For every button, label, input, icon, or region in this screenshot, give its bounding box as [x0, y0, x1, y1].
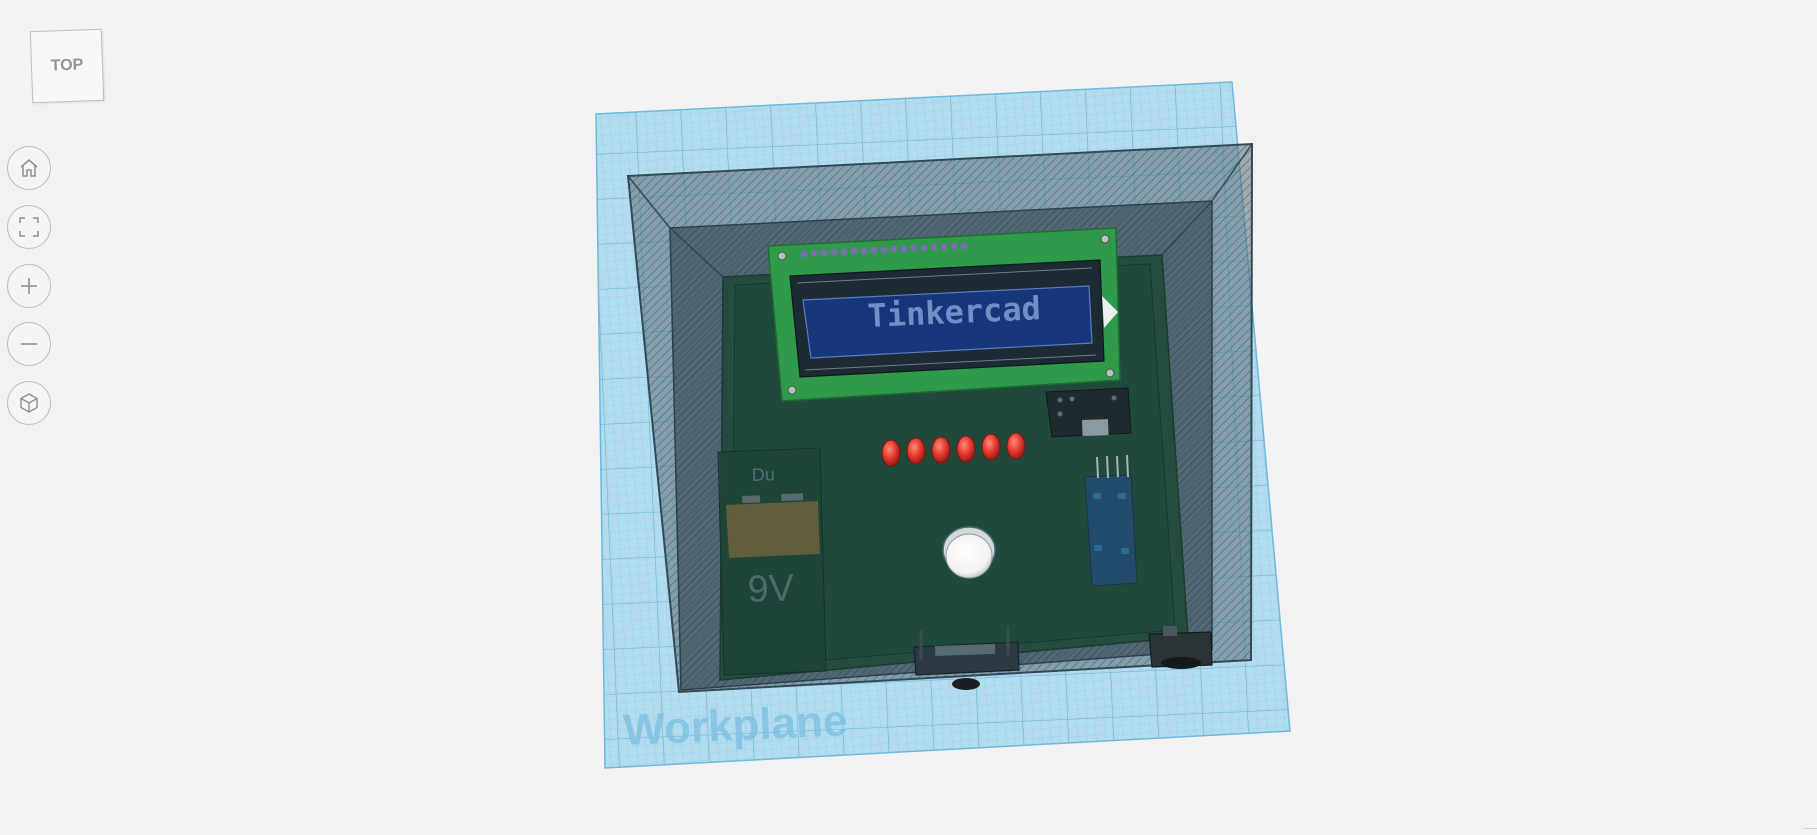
led-3 — [931, 436, 951, 464]
led-6 — [1006, 432, 1026, 460]
driver-module[interactable] — [1045, 387, 1132, 438]
workplane-label: Workplane — [622, 696, 848, 755]
led-4 — [956, 435, 976, 463]
led-2 — [906, 437, 926, 465]
led-1 — [881, 439, 901, 467]
battery-brand-label: Du — [751, 464, 775, 485]
3d-viewport[interactable]: Workplane Tinkercad Du 9V — [0, 0, 1817, 835]
led-5 — [981, 433, 1001, 461]
battery-9v[interactable]: Du 9V — [717, 447, 827, 676]
corner-handle — [1803, 828, 1817, 829]
lcd-display-text: Tinkercad — [867, 289, 1042, 335]
battery-voltage-label: 9V — [747, 567, 796, 611]
lcd-module[interactable]: Tinkercad — [767, 227, 1121, 402]
